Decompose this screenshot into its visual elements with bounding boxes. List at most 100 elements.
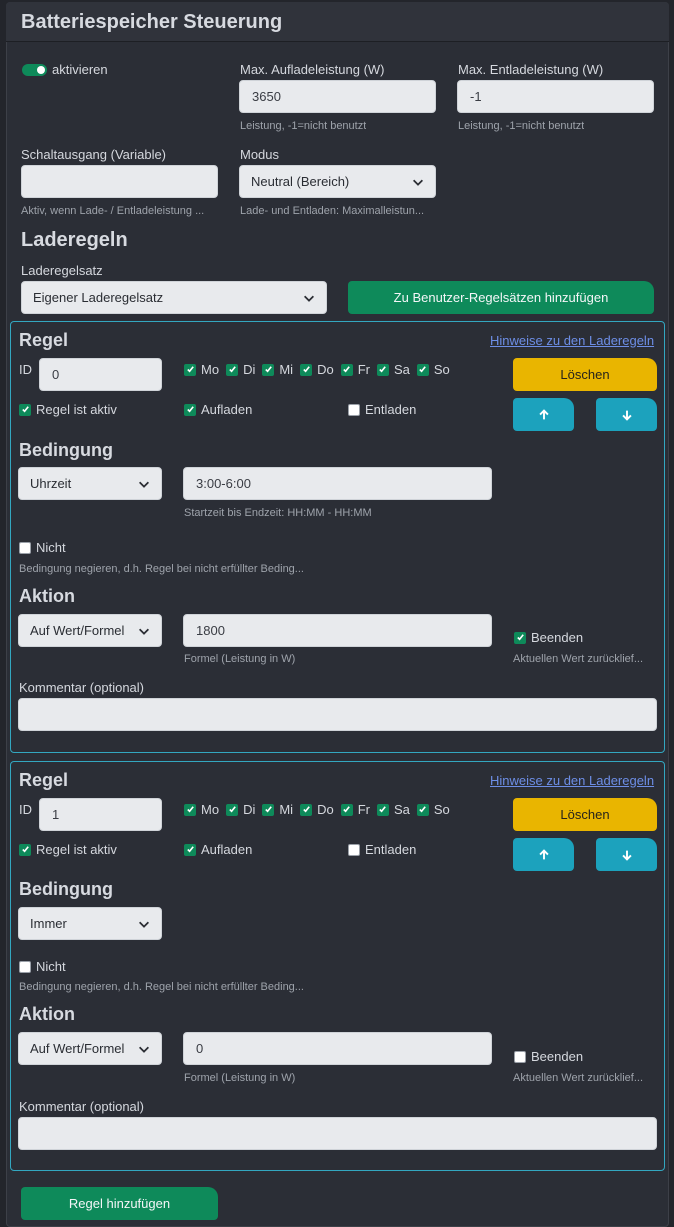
day-checkbox-sa[interactable]: Sa	[376, 362, 410, 377]
mode-help: Lade- und Entladen: Maximalleistun...	[240, 205, 425, 217]
checkbox-unchecked-icon[interactable]	[514, 1050, 526, 1063]
day-checkbox-so[interactable]: So	[416, 802, 450, 817]
condition-select[interactable]: Uhrzeit	[18, 467, 162, 500]
checkbox-checked-icon[interactable]	[340, 803, 353, 816]
checkbox-checked-icon[interactable]	[184, 803, 196, 816]
comment-input[interactable]	[18, 1117, 657, 1150]
end-label: Beenden	[531, 630, 584, 645]
arrow-down-icon	[621, 410, 632, 421]
day-checkbox-do[interactable]: Do	[300, 362, 334, 377]
checkbox-checked-icon[interactable]	[19, 403, 31, 416]
checkbox-unchecked-icon[interactable]	[348, 403, 360, 416]
rule-title: Regel	[19, 770, 69, 790]
checkbox-checked-icon[interactable]	[300, 803, 313, 816]
day-checkbox-di[interactable]: Di	[226, 802, 255, 817]
day-label: Do	[317, 362, 334, 377]
rule-id-input[interactable]: 1	[39, 798, 162, 831]
action-select[interactable]: Auf Wert/Formel	[18, 614, 162, 647]
activate-toggle-group[interactable]: aktivieren	[22, 62, 108, 79]
checkbox-checked-icon[interactable]	[19, 843, 31, 856]
negate-checkbox[interactable]: Nicht	[19, 959, 66, 974]
day-checkbox-do[interactable]: Do	[300, 802, 334, 817]
checkbox-checked-icon[interactable]	[226, 803, 239, 816]
discharge-checkbox[interactable]: Entladen	[348, 402, 416, 417]
hints-link[interactable]: Hinweise zu den Laderegeln	[490, 773, 654, 788]
rule-active-label: Regel ist aktiv	[36, 402, 117, 417]
delete-rule-button[interactable]: Löschen	[513, 358, 657, 391]
checkbox-checked-icon[interactable]	[416, 363, 429, 376]
mode-select[interactable]: Neutral (Bereich)	[239, 165, 436, 198]
action-select-value: Auf Wert/Formel	[30, 1041, 125, 1056]
formula-input[interactable]: 1800	[183, 614, 492, 647]
checkbox-checked-icon[interactable]	[184, 403, 196, 416]
page-title: Batteriespeicher Steuerung	[21, 11, 283, 33]
move-down-button[interactable]	[596, 838, 657, 871]
checkbox-checked-icon[interactable]	[262, 803, 275, 816]
charge-checkbox[interactable]: Aufladen	[184, 402, 252, 417]
day-label: Di	[243, 362, 256, 377]
rule-active-checkbox[interactable]: Regel ist aktiv	[19, 842, 117, 857]
ruleset-label: Laderegelsatz	[21, 263, 103, 278]
action-select[interactable]: Auf Wert/Formel	[18, 1032, 162, 1065]
day-label: Mi	[279, 362, 294, 377]
end-checkbox[interactable]: Beenden	[514, 1049, 583, 1064]
add-to-user-rulesets-button[interactable]: Zu Benutzer-Regelsätzen hinzufügen	[348, 281, 654, 314]
checkbox-unchecked-icon[interactable]	[348, 843, 360, 856]
checkbox-unchecked-icon[interactable]	[19, 960, 31, 973]
day-checkbox-mi[interactable]: Mi	[262, 802, 293, 817]
add-rule-button[interactable]: Regel hinzufügen	[21, 1187, 218, 1220]
condition-select[interactable]: Immer	[18, 907, 162, 940]
day-checkbox-mo[interactable]: Mo	[184, 802, 219, 817]
chevron-down-icon	[139, 1046, 149, 1053]
max-discharge-input[interactable]: -1	[457, 80, 654, 113]
condition-value-input[interactable]: 3:00-6:00	[183, 467, 492, 500]
hints-link[interactable]: Hinweise zu den Laderegeln	[490, 333, 654, 348]
move-up-button[interactable]	[513, 398, 574, 431]
move-up-button[interactable]	[513, 838, 574, 871]
negate-help: Bedingung negieren, d.h. Regel bei nicht…	[19, 981, 304, 993]
weekday-checkboxes: Mo Di Mi Do Fr Sa So	[184, 802, 450, 817]
toggle-switch-icon[interactable]	[22, 63, 47, 76]
checkbox-unchecked-icon[interactable]	[19, 541, 31, 554]
checkbox-checked-icon[interactable]	[262, 363, 275, 376]
end-help: Aktuellen Wert zurücklief...	[513, 653, 644, 665]
checkbox-checked-icon[interactable]	[376, 803, 389, 816]
negate-checkbox[interactable]: Nicht	[19, 540, 66, 555]
rule-active-checkbox[interactable]: Regel ist aktiv	[19, 402, 117, 417]
checkbox-checked-icon[interactable]	[184, 843, 196, 856]
checkbox-checked-icon[interactable]	[226, 363, 239, 376]
end-checkbox[interactable]: Beenden	[514, 630, 583, 645]
rule-id-input[interactable]: 0	[39, 358, 162, 391]
checkbox-checked-icon[interactable]	[514, 631, 526, 644]
checkbox-checked-icon[interactable]	[340, 363, 353, 376]
formula-input[interactable]: 0	[183, 1032, 492, 1065]
day-label: Mo	[201, 802, 220, 817]
checkbox-checked-icon[interactable]	[376, 363, 389, 376]
formula-help: Formel (Leistung in W)	[184, 1072, 296, 1084]
discharge-checkbox[interactable]: Entladen	[348, 842, 416, 857]
rule-card: Regel Hinweise zu den Laderegeln ID 1 Mo…	[10, 761, 665, 1171]
day-checkbox-fr[interactable]: Fr	[340, 362, 370, 377]
day-checkbox-sa[interactable]: Sa	[376, 802, 410, 817]
day-checkbox-mo[interactable]: Mo	[184, 362, 219, 377]
charge-checkbox[interactable]: Aufladen	[184, 842, 252, 857]
condition-select-value: Immer	[30, 916, 67, 931]
day-label: Fr	[357, 802, 370, 817]
charge-rules-title: Laderegeln	[21, 229, 128, 251]
checkbox-checked-icon[interactable]	[184, 363, 196, 376]
move-down-button[interactable]	[596, 398, 657, 431]
day-label: Fr	[357, 362, 370, 377]
checkbox-checked-icon[interactable]	[416, 803, 429, 816]
day-checkbox-di[interactable]: Di	[226, 362, 255, 377]
ruleset-select[interactable]: Eigener Laderegelsatz	[21, 281, 327, 314]
max-charge-input[interactable]: 3650	[239, 80, 436, 113]
day-checkbox-mi[interactable]: Mi	[262, 362, 293, 377]
checkbox-checked-icon[interactable]	[300, 363, 313, 376]
day-checkbox-fr[interactable]: Fr	[340, 802, 370, 817]
condition-help: Startzeit bis Endzeit: HH:MM - HH:MM	[184, 507, 372, 519]
weekday-checkboxes: Mo Di Mi Do Fr Sa So	[184, 362, 450, 377]
delete-rule-button[interactable]: Löschen	[513, 798, 657, 831]
comment-input[interactable]	[18, 698, 657, 731]
switch-output-input[interactable]	[21, 165, 218, 198]
day-checkbox-so[interactable]: So	[416, 362, 450, 377]
